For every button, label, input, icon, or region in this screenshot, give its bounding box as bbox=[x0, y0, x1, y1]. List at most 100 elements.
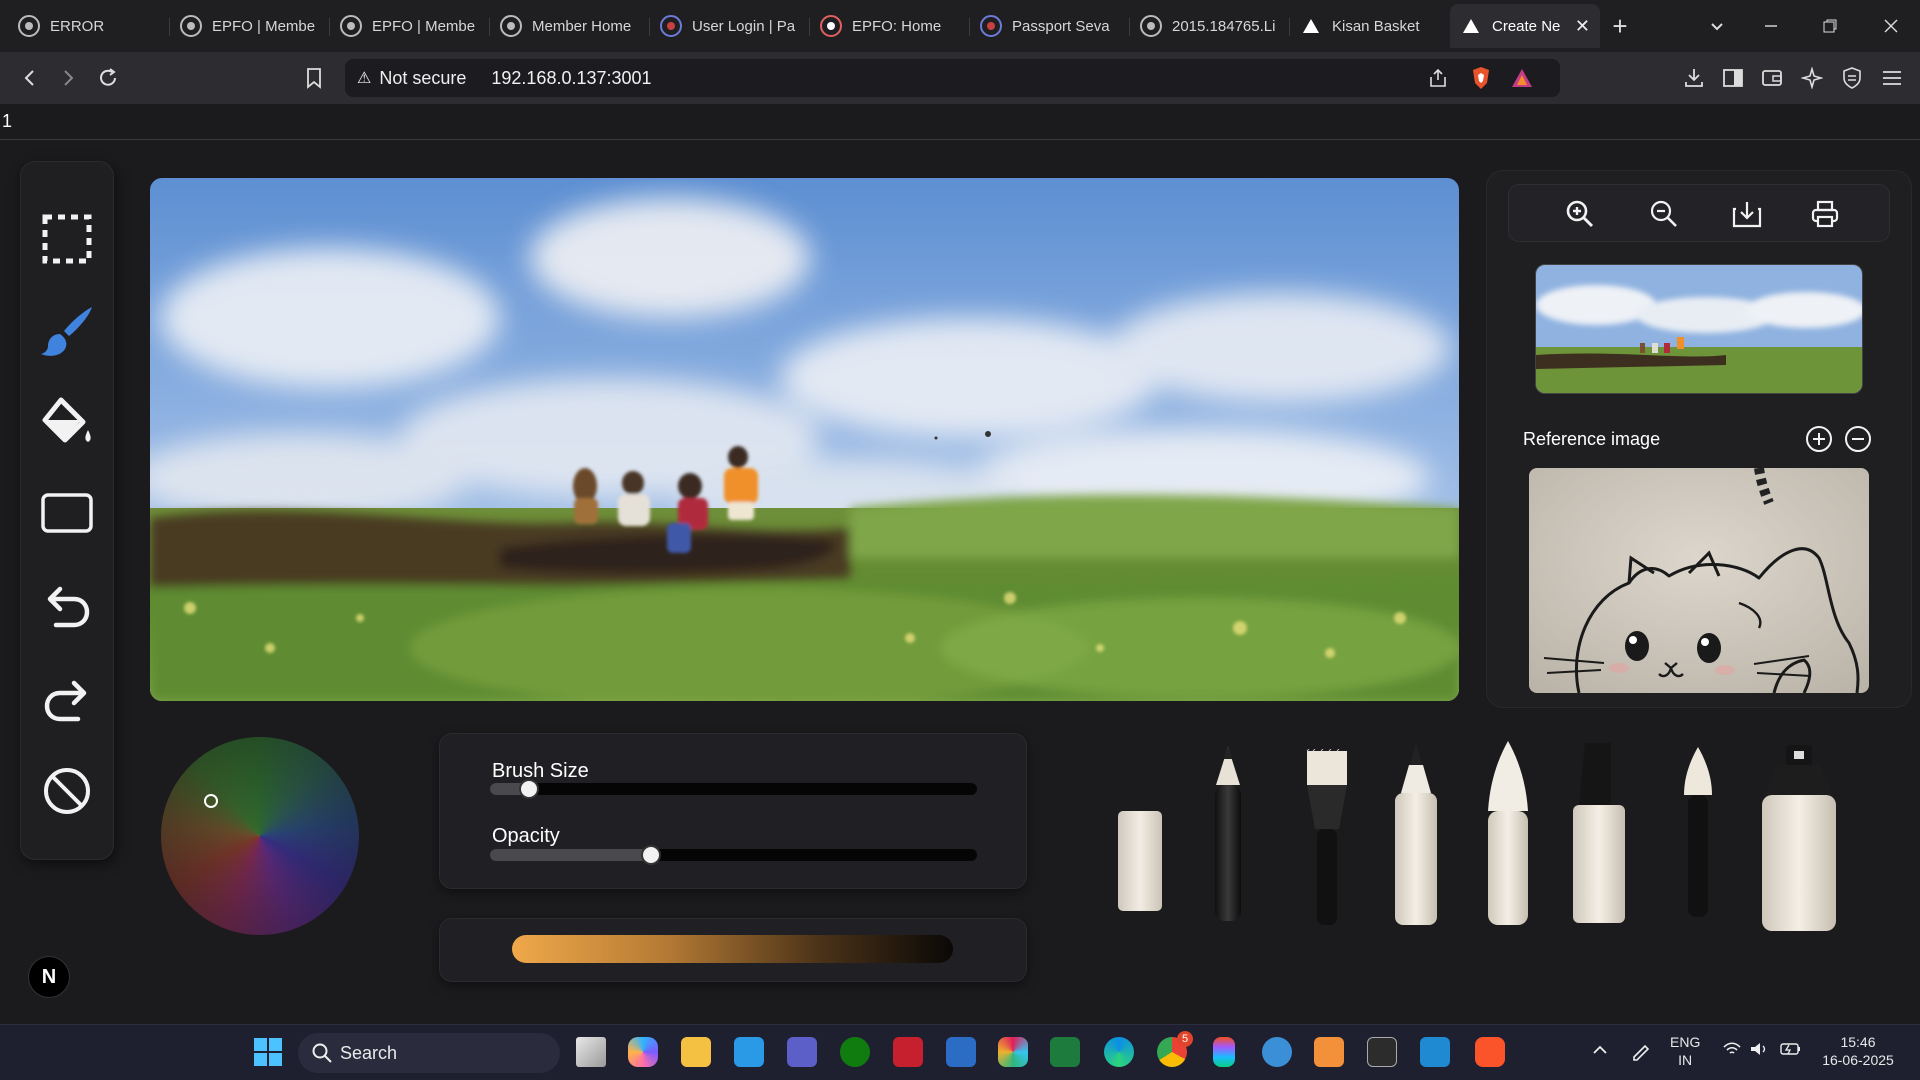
start-button[interactable] bbox=[253, 1037, 283, 1067]
print-button[interactable] bbox=[1808, 197, 1842, 231]
prohibited-icon bbox=[44, 768, 90, 814]
flat-brush-tool[interactable] bbox=[1303, 748, 1351, 930]
tab-archive[interactable]: 2015.184765.Li bbox=[1130, 6, 1290, 46]
triangle-icon bbox=[1460, 15, 1482, 37]
drawing-canvas[interactable] bbox=[150, 178, 1459, 701]
slider-fill bbox=[490, 849, 651, 861]
pen-menu-icon[interactable] bbox=[1630, 1039, 1652, 1065]
zoom-out-button[interactable] bbox=[1647, 197, 1681, 231]
file-explorer-icon[interactable] bbox=[681, 1037, 711, 1067]
vscode-icon[interactable] bbox=[1420, 1037, 1450, 1067]
clock[interactable]: 15:46 16-06-2025 bbox=[1818, 1033, 1898, 1069]
slider-knob[interactable] bbox=[518, 779, 539, 799]
reload-button[interactable] bbox=[92, 62, 124, 94]
color-wheel[interactable] bbox=[161, 737, 359, 935]
xbox-icon[interactable] bbox=[840, 1037, 870, 1067]
edge-icon[interactable] bbox=[1104, 1037, 1134, 1067]
slider-knob[interactable] bbox=[640, 845, 661, 865]
brave-browser-icon[interactable] bbox=[1475, 1037, 1505, 1067]
redo-button[interactable] bbox=[37, 670, 97, 730]
figma-icon[interactable] bbox=[1213, 1037, 1235, 1067]
chisel-marker-tool[interactable] bbox=[1571, 743, 1627, 930]
zoom-in-button[interactable] bbox=[1563, 197, 1597, 231]
remove-reference-button[interactable] bbox=[1844, 425, 1872, 453]
brave-rewards-icon[interactable] bbox=[1510, 67, 1534, 94]
tray-overflow-icon[interactable] bbox=[1592, 1041, 1608, 1059]
teams-icon[interactable] bbox=[787, 1037, 817, 1067]
color-picker-handle[interactable] bbox=[204, 794, 218, 808]
url-field[interactable]: ⚠ Not secure 192.168.0.137:3001 bbox=[345, 59, 1560, 97]
tab-epfo-member-2[interactable]: EPFO | Membe bbox=[330, 6, 490, 46]
volume-icon[interactable] bbox=[1749, 1041, 1769, 1061]
spray-can-tool[interactable] bbox=[1756, 745, 1842, 938]
address-bar: ⚠ Not secure 192.168.0.137:3001 bbox=[0, 52, 1920, 104]
reader-app-icon[interactable] bbox=[946, 1037, 976, 1067]
brave-shield-icon[interactable] bbox=[1470, 66, 1492, 95]
fill-tool[interactable] bbox=[37, 392, 97, 452]
back-button[interactable] bbox=[14, 62, 46, 94]
tab-kisan-basket[interactable]: Kisan Basket bbox=[1290, 6, 1450, 46]
painting-artwork[interactable] bbox=[150, 178, 1459, 701]
vpn-icon[interactable] bbox=[1837, 63, 1867, 93]
weather-app-icon[interactable] bbox=[1262, 1037, 1292, 1067]
brush-tool[interactable] bbox=[37, 302, 97, 362]
undo-button[interactable] bbox=[37, 576, 97, 636]
tab-error[interactable]: ERROR bbox=[8, 6, 170, 46]
sidebar-icon[interactable] bbox=[1718, 63, 1748, 93]
tab-list-button[interactable] bbox=[1690, 0, 1744, 52]
brush-size-slider[interactable] bbox=[490, 779, 977, 799]
gradient-panel bbox=[440, 919, 1026, 981]
car-app-icon[interactable] bbox=[893, 1037, 923, 1067]
search-icon bbox=[312, 1043, 332, 1063]
url-text[interactable]: 192.168.0.137:3001 bbox=[491, 68, 651, 89]
fine-brush-tool[interactable] bbox=[1680, 747, 1716, 924]
security-label[interactable]: Not secure bbox=[379, 68, 466, 89]
task-view-icon[interactable] bbox=[576, 1037, 606, 1067]
slack-icon[interactable] bbox=[998, 1037, 1028, 1067]
rectangle-tool[interactable] bbox=[37, 484, 97, 544]
round-brush-tool[interactable] bbox=[1484, 741, 1532, 932]
eraser-tool[interactable] bbox=[1116, 809, 1164, 920]
warning-icon[interactable]: ⚠ bbox=[357, 68, 371, 88]
opacity-slider[interactable] bbox=[490, 845, 977, 865]
color-gradient-slider[interactable] bbox=[512, 935, 953, 963]
tab-user-login[interactable]: User Login | Pa bbox=[650, 6, 810, 46]
media-player-icon[interactable] bbox=[1314, 1037, 1344, 1067]
tab-create-new[interactable]: Create Ne ✕ bbox=[1450, 4, 1600, 48]
wifi-icon[interactable] bbox=[1722, 1041, 1742, 1061]
forward-button[interactable] bbox=[52, 62, 84, 94]
remote-desktop-icon[interactable] bbox=[734, 1037, 764, 1067]
wallet-icon[interactable] bbox=[1757, 63, 1787, 93]
new-tab-button[interactable]: + bbox=[1600, 6, 1640, 46]
menu-icon[interactable] bbox=[1877, 63, 1907, 93]
add-reference-button[interactable] bbox=[1805, 425, 1833, 453]
download-image-button[interactable] bbox=[1730, 197, 1764, 231]
copilot-icon[interactable] bbox=[628, 1037, 658, 1067]
share-icon[interactable] bbox=[1427, 67, 1449, 94]
tab-member-home[interactable]: Member Home bbox=[490, 6, 650, 46]
tab-bar: ERROR EPFO | Membe EPFO | Membe Member H… bbox=[0, 0, 1920, 52]
canvas-preview-thumbnail[interactable] bbox=[1535, 264, 1863, 394]
taskbar-search[interactable]: Search bbox=[298, 1033, 560, 1073]
close-icon[interactable]: ✕ bbox=[1575, 16, 1590, 37]
restore-button[interactable] bbox=[1803, 0, 1857, 52]
tab-epfo-member-1[interactable]: EPFO | Membe bbox=[170, 6, 330, 46]
app-installer-icon[interactable] bbox=[1050, 1037, 1080, 1067]
battery-icon[interactable] bbox=[1780, 1041, 1802, 1061]
chrome-icon[interactable]: 5 bbox=[1157, 1031, 1193, 1067]
user-avatar[interactable]: N bbox=[28, 956, 70, 998]
close-window-button[interactable] bbox=[1864, 0, 1918, 52]
clear-canvas-button[interactable] bbox=[37, 761, 97, 821]
marker-tool[interactable] bbox=[1391, 743, 1441, 932]
tab-passport-seva[interactable]: Passport Seva bbox=[970, 6, 1130, 46]
selection-tool[interactable] bbox=[37, 209, 97, 269]
bookmark-button[interactable] bbox=[298, 62, 330, 94]
minimize-button[interactable] bbox=[1744, 0, 1798, 52]
language-indicator[interactable]: ENG IN bbox=[1670, 1033, 1700, 1069]
xp-pen-icon[interactable] bbox=[1367, 1037, 1397, 1067]
tab-epfo-home[interactable]: EPFO: Home bbox=[810, 6, 970, 46]
leo-ai-icon[interactable] bbox=[1797, 63, 1827, 93]
globe-icon bbox=[1140, 15, 1162, 37]
download-icon[interactable] bbox=[1679, 63, 1709, 93]
pencil-tool[interactable] bbox=[1208, 745, 1248, 928]
